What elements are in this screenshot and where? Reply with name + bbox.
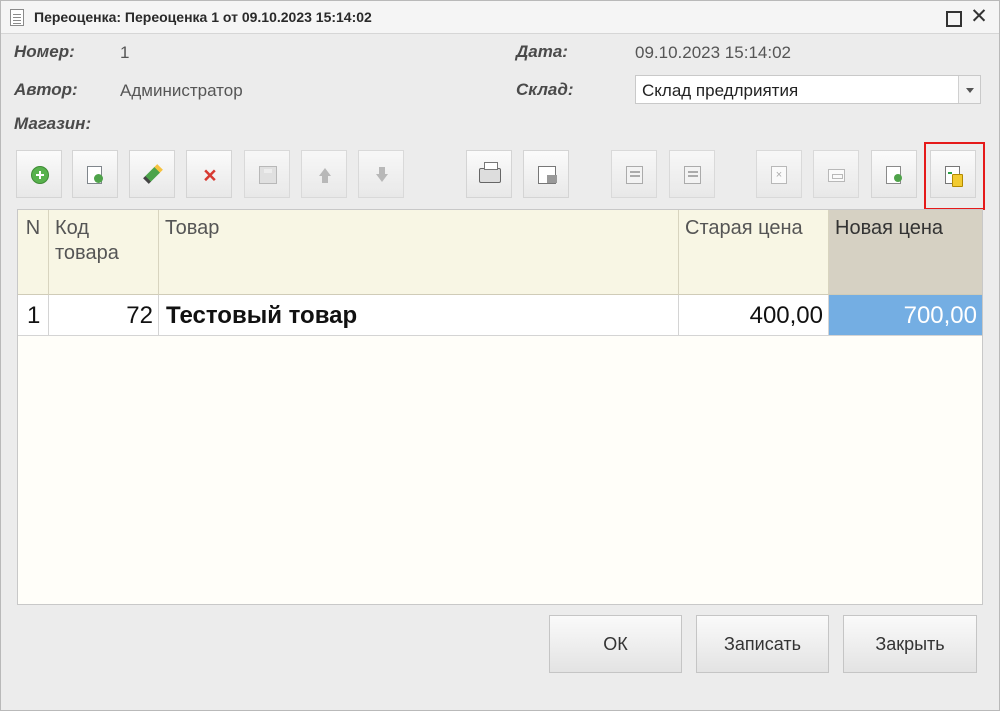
- copy-icon: [87, 166, 103, 184]
- maximize-icon[interactable]: [943, 7, 963, 27]
- copy-row-button[interactable]: [72, 150, 118, 198]
- title-bar: Переоценка: Переоценка 1 от 09.10.2023 1…: [1, 1, 999, 34]
- table-cell-n[interactable]: 1: [18, 295, 49, 336]
- frame-button: [813, 150, 859, 198]
- column-header-item: Товар: [159, 210, 679, 295]
- add-copy-icon: [886, 166, 902, 184]
- arrow-down-icon: [373, 166, 391, 184]
- revaluation-window: Переоценка: Переоценка 1 от 09.10.2023 1…: [0, 0, 1000, 711]
- window-title: Переоценка: Переоценка 1 от 09.10.2023 1…: [34, 9, 372, 25]
- pencil-icon: [143, 164, 163, 184]
- author-label: Автор:: [14, 80, 78, 99]
- warehouse-select[interactable]: Склад предлриятия: [635, 75, 981, 104]
- chevron-down-icon[interactable]: [958, 76, 980, 103]
- table-cell-code[interactable]: 72: [49, 295, 159, 336]
- column-header-n: N: [18, 210, 49, 295]
- warehouse-selected-value: Склад предлриятия: [642, 81, 799, 100]
- close-button[interactable]: Закрыть: [843, 615, 977, 673]
- move-right-button: [669, 150, 715, 198]
- close-icon[interactable]: ✕: [969, 6, 989, 27]
- print-preview-button[interactable]: [523, 150, 569, 198]
- table-cell-new-price[interactable]: 700,00: [829, 295, 982, 336]
- date-label: Дата:: [516, 42, 568, 61]
- highlighted-toolbar-button-frame: [924, 142, 985, 210]
- move-up-button: [301, 150, 347, 198]
- table-cell-old-price[interactable]: 400,00: [679, 295, 829, 336]
- filter-clear-icon: ×: [771, 166, 787, 184]
- print-button[interactable]: [466, 150, 512, 198]
- add-row-button[interactable]: [16, 150, 62, 198]
- print-preview-icon: [538, 166, 557, 184]
- column-header-code: Код товара: [49, 210, 159, 295]
- edit-row-button[interactable]: [129, 150, 175, 198]
- number-value: 1: [120, 43, 130, 62]
- author-value: Администратор: [120, 81, 243, 100]
- store-label: Магазин:: [14, 114, 92, 133]
- delete-icon: ×: [203, 162, 217, 188]
- save-icon: [259, 166, 277, 184]
- table-cell-item[interactable]: Тестовый товар: [159, 295, 679, 336]
- warehouse-label: Склад:: [516, 80, 574, 99]
- column-header-new-price: Новая цена: [829, 210, 982, 295]
- add-copy-button[interactable]: [871, 150, 917, 198]
- ok-button[interactable]: ОК: [549, 615, 682, 673]
- save-row-button: [244, 150, 290, 198]
- filter-clear-button: ×: [756, 150, 802, 198]
- move-right-icon: [684, 166, 701, 184]
- number-label: Номер:: [14, 42, 75, 61]
- goods-table[interactable]: N Код товара Товар Старая цена Новая цен…: [17, 209, 983, 605]
- document-icon: [10, 9, 24, 26]
- move-left-icon: [626, 166, 643, 184]
- delete-row-button[interactable]: ×: [186, 150, 232, 198]
- printer-icon: [479, 162, 501, 183]
- plus-circle-icon: [31, 166, 49, 184]
- frame-icon: [828, 169, 845, 182]
- move-down-button: [358, 150, 404, 198]
- save-button[interactable]: Записать: [696, 615, 829, 673]
- move-left-button: [611, 150, 657, 198]
- column-header-old-price: Старая цена: [679, 210, 829, 295]
- date-value: 09.10.2023 15:14:02: [635, 43, 791, 62]
- arrow-up-icon: [316, 166, 334, 184]
